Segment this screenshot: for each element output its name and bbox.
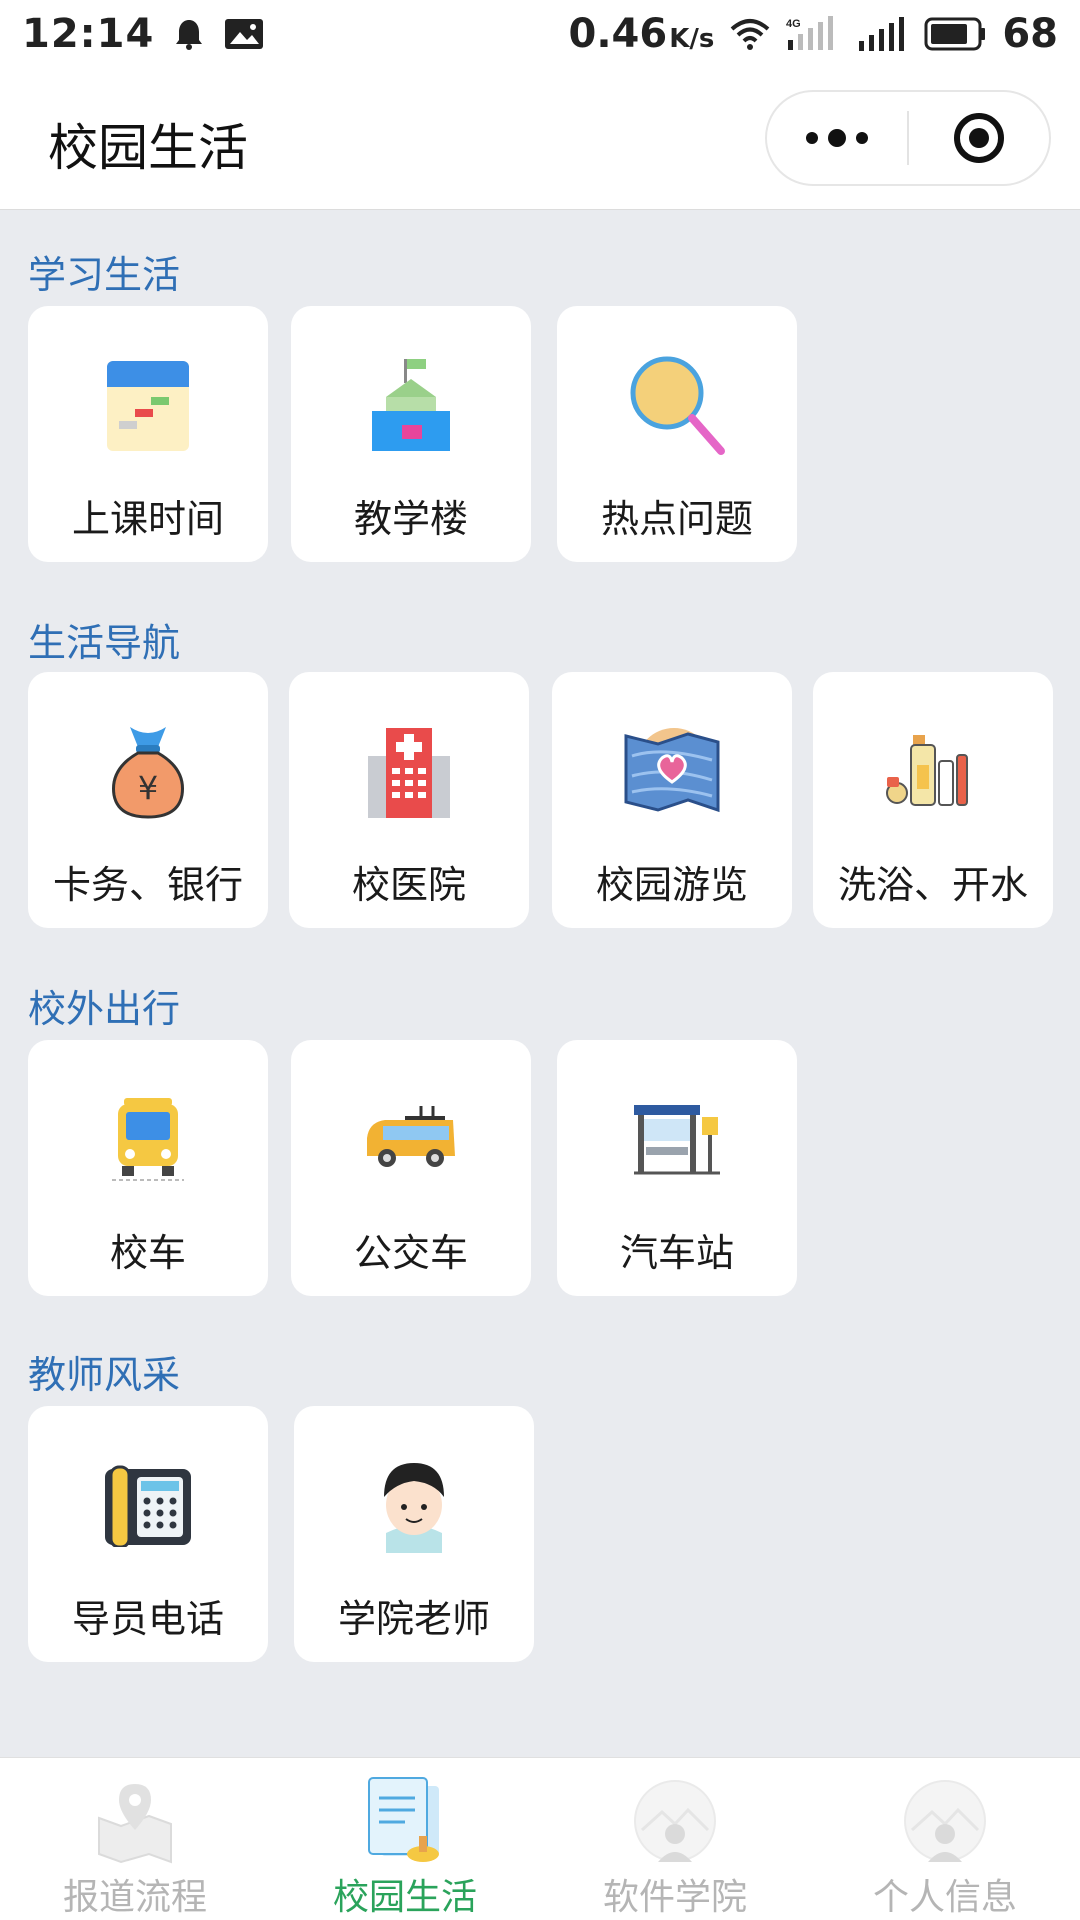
more-dots-icon <box>806 129 868 147</box>
grid-item-label: 教学楼 <box>353 497 468 541</box>
toiletries-icon <box>878 716 988 826</box>
grid-item-label: 卡务、银行 <box>52 863 243 907</box>
battery-icon <box>924 17 986 51</box>
grid-item-label: 汽车站 <box>619 1231 734 1275</box>
section-title-teachers: 教师风采 <box>28 1353 181 1397</box>
tab-software-college[interactable]: 软件学院 <box>540 1758 810 1920</box>
tab-personal-info[interactable]: 个人信息 <box>810 1758 1080 1920</box>
avatar-icon <box>627 1776 723 1866</box>
grid-item-label: 热点问题 <box>600 497 753 541</box>
grid-item-card-bank[interactable]: ¥ 卡务、银行 <box>28 672 268 928</box>
map-pin-icon <box>87 1776 183 1866</box>
signal-4g-icon: 4G <box>786 16 842 52</box>
wifi-icon <box>730 17 770 51</box>
notification-bell-icon <box>172 17 206 51</box>
grid-item-class-time[interactable]: 上课时间 <box>28 306 268 562</box>
status-time: 12:14 <box>22 11 155 57</box>
grid-item-teaching-building[interactable]: 教学楼 <box>291 306 531 562</box>
close-button[interactable] <box>909 92 1049 184</box>
grid-item-label: 校车 <box>109 1231 186 1275</box>
target-close-icon <box>953 113 1004 163</box>
svg-text:4G: 4G <box>786 18 801 30</box>
grid-item-bus-station[interactable]: 汽车站 <box>557 1040 797 1296</box>
tab-bar: 报道流程 校园生活 软件学院 个人信息 <box>0 1757 1080 1920</box>
grid-item-campus-tour[interactable]: 校园游览 <box>552 672 792 928</box>
grid-item-label: 校医院 <box>351 863 466 907</box>
magnifier-icon <box>622 350 732 460</box>
grid-item-label: 导员电话 <box>71 1597 224 1641</box>
bus-icon <box>356 1084 466 1194</box>
grid-item-bath-water[interactable]: 洗浴、开水 <box>813 672 1053 928</box>
signal-icon <box>858 17 908 51</box>
section-title-life: 生活导航 <box>28 621 181 665</box>
page-title: 校园生活 <box>48 119 248 177</box>
document-icon <box>357 1776 453 1866</box>
teacher-icon <box>359 1450 469 1560</box>
grid-item-counselor-phone[interactable]: 导员电话 <box>28 1406 268 1662</box>
network-speed: 0.46K/s <box>568 11 715 57</box>
grid-item-bus[interactable]: 公交车 <box>291 1040 531 1296</box>
mini-program-capsule <box>765 90 1051 186</box>
tab-campus-life[interactable]: 校园生活 <box>270 1758 540 1920</box>
status-bar: 12:14 0.46K/s 4G 68 <box>0 0 1080 68</box>
map-icon <box>617 716 727 826</box>
battery-level: 68 <box>1002 11 1058 57</box>
grid-item-label: 校园游览 <box>595 863 748 907</box>
grid-item-college-teachers[interactable]: 学院老师 <box>294 1406 534 1662</box>
nav-bar: 校园生活 <box>0 68 1080 210</box>
tab-label: 校园生活 <box>332 1877 477 1918</box>
grid-item-label: 上课时间 <box>71 497 224 541</box>
grid-item-label: 公交车 <box>353 1231 468 1275</box>
hospital-icon <box>354 716 464 826</box>
svg-text:¥: ¥ <box>138 769 158 807</box>
tab-label: 个人信息 <box>872 1877 1017 1918</box>
grid-item-hot-questions[interactable]: 热点问题 <box>557 306 797 562</box>
avatar-icon <box>897 1776 993 1866</box>
telephone-icon <box>93 1450 203 1560</box>
tab-label: 报道流程 <box>62 1877 207 1918</box>
grid-item-label: 学院老师 <box>337 1597 490 1641</box>
image-icon <box>224 18 264 50</box>
school-bus-icon <box>93 1084 203 1194</box>
grid-item-school-bus[interactable]: 校车 <box>28 1040 268 1296</box>
tab-label: 软件学院 <box>602 1877 747 1918</box>
section-title-study: 学习生活 <box>28 253 181 297</box>
grid-item-hospital[interactable]: 校医院 <box>289 672 529 928</box>
bus-station-icon <box>622 1084 732 1194</box>
section-title-travel: 校外出行 <box>28 987 181 1031</box>
grid-item-label: 洗浴、开水 <box>837 863 1028 907</box>
money-bag-icon: ¥ <box>93 716 203 826</box>
building-icon <box>356 350 466 460</box>
tab-registration-process[interactable]: 报道流程 <box>0 1758 270 1920</box>
more-button[interactable] <box>767 92 907 184</box>
calendar-icon <box>93 350 203 460</box>
